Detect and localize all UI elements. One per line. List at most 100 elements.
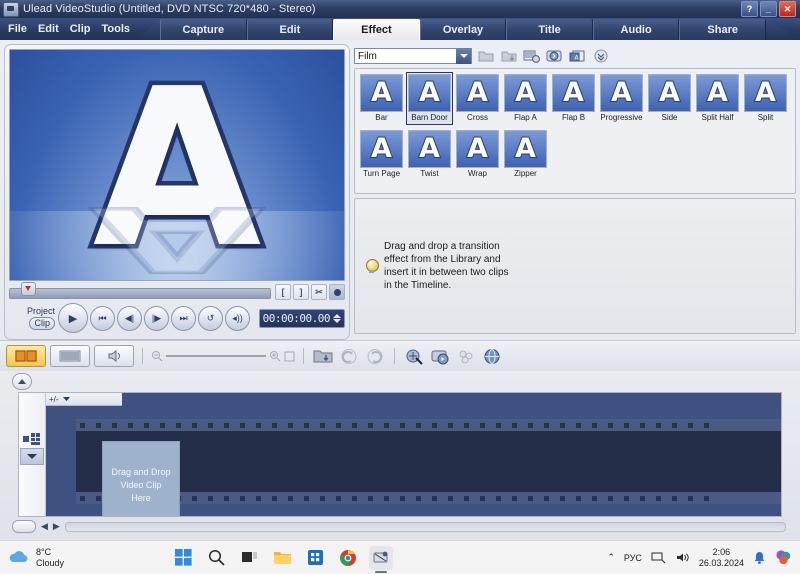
add-to-library-icon[interactable]: [499, 47, 518, 65]
library-category-select[interactable]: Film: [354, 48, 472, 64]
clock-date: 26.03.2024: [698, 557, 744, 568]
scroll-left-button[interactable]: ◀: [41, 521, 48, 532]
search-icon[interactable]: [204, 546, 228, 570]
clock[interactable]: 2:06 26.03.2024: [699, 547, 744, 569]
mark-out-button[interactable]: ]: [293, 284, 309, 301]
tab-audio[interactable]: Audio: [592, 19, 680, 40]
transition-item-split[interactable]: A Split: [742, 72, 789, 125]
project-playback-icon[interactable]: [429, 345, 451, 367]
playhead-marker[interactable]: [21, 281, 36, 296]
transition-item-flap-a[interactable]: A Flap A: [502, 72, 549, 125]
enlarge-preview-button[interactable]: [329, 284, 345, 301]
transition-item-cross[interactable]: A Cross: [454, 72, 501, 125]
duplicate-icon[interactable]: A: [568, 47, 587, 65]
network-icon[interactable]: [651, 551, 666, 564]
audio-view-button[interactable]: [94, 345, 134, 367]
clip-mode-label[interactable]: Clip: [29, 317, 55, 331]
zoom-slider[interactable]: [151, 350, 295, 362]
start-button[interactable]: [171, 546, 195, 570]
play-button[interactable]: ▶: [58, 303, 88, 334]
zoom-track[interactable]: [166, 355, 266, 357]
timeline-tracks[interactable]: +/- Drag and Drop Video Clip Here: [46, 393, 781, 516]
transition-item-side[interactable]: A Side: [646, 72, 693, 125]
transition-item-twist[interactable]: A Twist: [406, 128, 453, 181]
copilot-icon[interactable]: [775, 549, 792, 566]
chrome-icon[interactable]: [336, 546, 360, 570]
mark-in-button[interactable]: [: [275, 284, 291, 301]
main-body: A A [ ] ✂ Project Clip ▶ ⏮ ◀| |▶ ⏭ ↺ ◂))…: [0, 40, 800, 340]
transition-item-split-half[interactable]: A Split Half: [694, 72, 741, 125]
properties-icon[interactable]: [545, 47, 564, 65]
transition-item-flap-b[interactable]: A Flap B: [550, 72, 597, 125]
tray-chevron-icon[interactable]: ⌃: [607, 552, 615, 563]
transition-item-barn-door[interactable]: A Barn Door: [406, 72, 453, 125]
weather-widget[interactable]: 8°C Cloudy: [8, 547, 64, 569]
filmstrip-track[interactable]: Drag and Drop Video Clip Here: [76, 419, 781, 516]
expand-icon[interactable]: [591, 47, 610, 65]
language-indicator[interactable]: РУС: [624, 553, 642, 563]
transition-item-bar[interactable]: A Bar: [358, 72, 405, 125]
undo-icon[interactable]: [338, 345, 360, 367]
export-icon[interactable]: [481, 345, 503, 367]
trim-scrub-bar[interactable]: [9, 287, 271, 299]
tab-title[interactable]: Title: [506, 19, 593, 40]
timecode-display[interactable]: 00:00:00.00: [258, 308, 345, 328]
notification-bell-icon[interactable]: [753, 551, 766, 565]
stepper-down-icon[interactable]: [333, 318, 341, 323]
stepper-up-icon[interactable]: [333, 313, 341, 318]
close-button[interactable]: ✕: [779, 1, 796, 17]
volume-button[interactable]: ◂)): [225, 305, 250, 331]
menu-item-tools[interactable]: Tools: [102, 23, 131, 35]
project-mode-label[interactable]: Project: [9, 306, 55, 317]
timeline-view-button[interactable]: [50, 345, 90, 367]
videostudio-taskbar-icon[interactable]: [369, 545, 394, 573]
menu-item-file[interactable]: File: [8, 23, 27, 35]
preview-screen[interactable]: A A: [9, 49, 345, 281]
timeline-collapse-button[interactable]: [12, 373, 32, 390]
file-explorer-icon[interactable]: [270, 546, 294, 570]
start-button[interactable]: ⏮: [90, 305, 115, 331]
open-folder-icon[interactable]: [476, 47, 495, 65]
timeline-horizontal-scrollbar[interactable]: [64, 521, 786, 532]
transition-item-progressive[interactable]: A Progressive: [598, 72, 645, 125]
end-button[interactable]: ⏭: [171, 305, 196, 331]
previous-frame-button[interactable]: ◀|: [117, 305, 142, 331]
repeat-button[interactable]: ↺: [198, 305, 223, 331]
chevron-down-icon[interactable]: [62, 396, 70, 402]
video-track-icon[interactable]: [21, 431, 43, 446]
help-button[interactable]: ?: [741, 1, 758, 17]
next-frame-button[interactable]: |▶: [144, 305, 169, 331]
scroll-right-button[interactable]: ▶: [53, 521, 60, 532]
smart-proxy-icon[interactable]: [403, 345, 425, 367]
transition-item-zipper[interactable]: A Zipper: [502, 128, 549, 181]
window-controls: ? _ ✕: [741, 1, 797, 17]
timecode-stepper[interactable]: [333, 313, 341, 323]
library-options-icon[interactable]: [522, 47, 541, 65]
playback-mode-toggle[interactable]: Project Clip: [9, 306, 58, 331]
insert-media-icon[interactable]: [312, 345, 334, 367]
task-view-icon[interactable]: [237, 546, 261, 570]
volume-icon[interactable]: [675, 551, 690, 564]
minimize-button[interactable]: _: [760, 1, 777, 17]
chevron-down-icon[interactable]: [456, 48, 471, 64]
menu-item-edit[interactable]: Edit: [38, 23, 59, 35]
cut-clip-button[interactable]: ✂: [311, 284, 327, 301]
timeline-zoom-bar[interactable]: +/-: [46, 393, 122, 406]
transition-item-wrap[interactable]: A Wrap: [454, 128, 501, 181]
microsoft-store-icon[interactable]: [303, 546, 327, 570]
tab-effect[interactable]: Effect: [333, 19, 420, 40]
tab-share[interactable]: Share: [679, 19, 766, 40]
tab-edit[interactable]: Edit: [246, 19, 334, 40]
step-tab-bar: Capture Edit Effect Overlay Title Audio …: [138, 18, 800, 40]
transition-item-turn-page[interactable]: A Turn Page: [358, 128, 405, 181]
track-expand-icon[interactable]: [20, 448, 44, 465]
storyboard-view-button[interactable]: [6, 345, 46, 367]
tab-overlay[interactable]: Overlay: [419, 19, 507, 40]
menu-item-clip[interactable]: Clip: [70, 23, 91, 35]
timeline-resize-button[interactable]: [12, 520, 36, 533]
video-clip-placeholder[interactable]: Drag and Drop Video Clip Here: [102, 441, 180, 516]
transition-library-grid[interactable]: A Bar A Barn Door A Cross A Flap A A Fla…: [354, 68, 796, 194]
batch-convert-icon[interactable]: [455, 345, 477, 367]
tab-capture[interactable]: Capture: [160, 19, 247, 40]
redo-icon[interactable]: [364, 345, 386, 367]
